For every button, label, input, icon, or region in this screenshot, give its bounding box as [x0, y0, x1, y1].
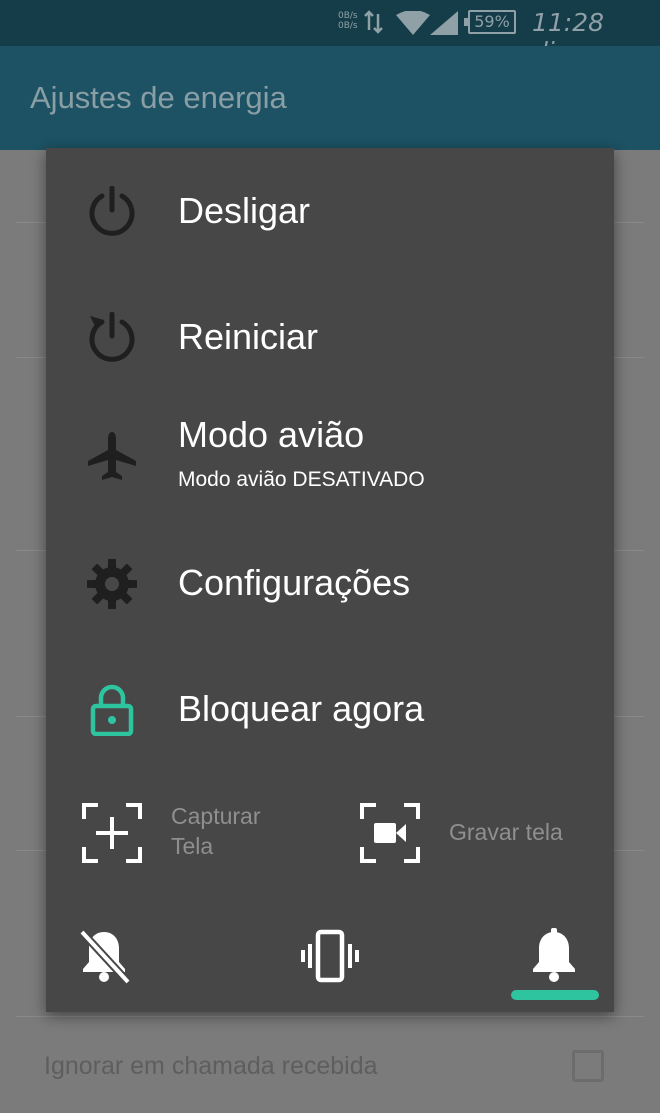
- airplane-mode-status: Modo avião DESATIVADO: [178, 468, 425, 491]
- screenshot-label-line1: Capturar: [171, 803, 261, 829]
- ignore-on-call-checkbox[interactable]: [572, 1050, 604, 1082]
- airplane-icon: [88, 432, 136, 480]
- status-bar: 0B/s 0B/s 59% 11:28 digo: [0, 0, 660, 66]
- power-off-label: Desligar: [178, 190, 311, 231]
- settings-label: Configurações: [178, 562, 411, 603]
- airplane-mode-label: Modo avião: [178, 414, 365, 455]
- gear-icon: [87, 559, 137, 609]
- selected-mode-indicator: [511, 990, 599, 1000]
- page-title: Ajustes de energia: [30, 80, 287, 115]
- restart-item[interactable]: Reiniciar: [46, 276, 614, 396]
- network-speed: 0B/s 0B/s: [338, 11, 358, 31]
- vibrate-icon: [301, 929, 359, 983]
- lock-now-label: Bloquear agora: [178, 688, 425, 729]
- list-divider: [16, 1016, 644, 1017]
- settings-item[interactable]: Configurações: [46, 526, 614, 646]
- restart-icon: [89, 312, 135, 362]
- bell-off-icon: [79, 929, 131, 985]
- screenshot-icon: [82, 803, 142, 863]
- lock-icon: [90, 684, 134, 736]
- wifi-icon: [396, 11, 430, 35]
- download-speed: 0B/s: [338, 21, 358, 31]
- airplane-mode-item[interactable]: Modo avião Modo avião DESATIVADO: [46, 404, 614, 524]
- signal-icon: [430, 11, 458, 35]
- screenshot-label: Capturar Tela: [171, 801, 260, 861]
- screen-record-icon: [360, 803, 420, 863]
- upload-speed: 0B/s: [338, 11, 358, 21]
- screenshot-label-line2: Tela: [171, 833, 214, 859]
- bell-icon: [533, 928, 575, 982]
- data-arrows-icon: [364, 10, 383, 34]
- power-off-item[interactable]: Desligar: [46, 152, 614, 272]
- restart-label: Reiniciar: [178, 316, 319, 357]
- battery-icon: 59%: [464, 10, 516, 34]
- power-icon: [89, 186, 135, 236]
- mute-mode-button[interactable]: [74, 926, 134, 986]
- ignore-on-call-label: Ignorar em chamada recebida: [44, 1052, 378, 1080]
- screenshot-button[interactable]: Capturar Tela: [82, 803, 322, 863]
- sound-mode-button[interactable]: [524, 926, 584, 986]
- vibrate-mode-button[interactable]: [300, 926, 360, 986]
- power-menu-dialog: Desligar Reiniciar Modo avião Modo avião…: [46, 148, 614, 1012]
- screen-record-button[interactable]: Gravar tela: [360, 803, 600, 863]
- screen-record-label: Gravar tela: [449, 819, 563, 845]
- lock-now-item[interactable]: Bloquear agora: [46, 650, 614, 770]
- battery-level: 59%: [474, 12, 510, 31]
